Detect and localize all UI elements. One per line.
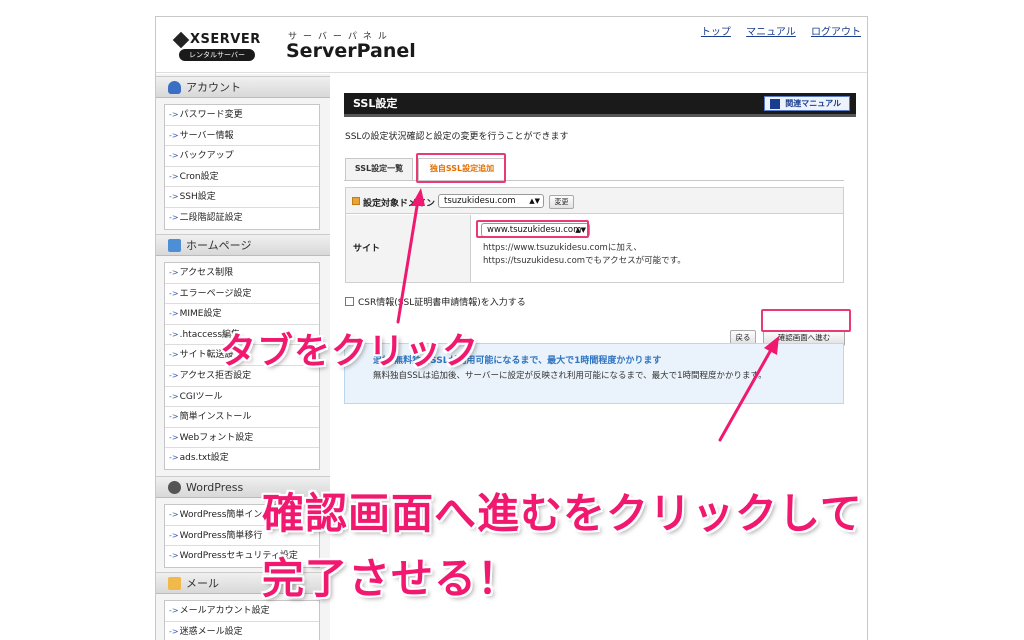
tab-arrow-head (411, 188, 425, 206)
tab-caption: タブをクリック (220, 331, 480, 372)
annotation-arrows (396, 188, 779, 442)
confirm-caption-line2: 完了させる！ (262, 554, 521, 603)
confirm-caption-line1: 確認画面へ進むをクリックして (262, 489, 863, 538)
confirm-arrow (718, 346, 774, 442)
confirm-arrow-head (764, 336, 779, 355)
tab-arrow (396, 198, 420, 324)
